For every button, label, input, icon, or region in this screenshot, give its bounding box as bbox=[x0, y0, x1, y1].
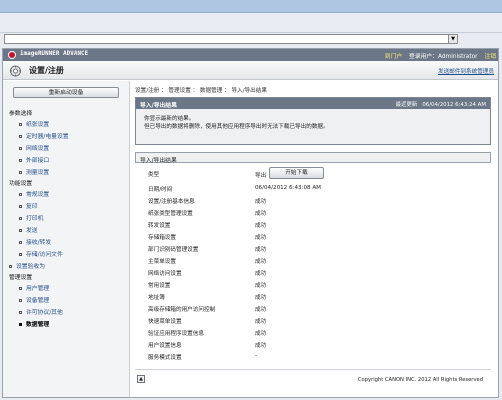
start-download-button[interactable]: 开始下载 bbox=[269, 167, 324, 179]
result-row-value: 成功 bbox=[255, 295, 267, 301]
restart-device-button[interactable]: 重新启动设备 bbox=[13, 87, 119, 98]
breadcrumb: 设置/注册 ： 管理设置 ： 数据管理 ： 导入/导出结果 bbox=[135, 88, 267, 94]
result-row-label: 用户设置信息 bbox=[148, 343, 182, 349]
result-row-label: 纸张类型管理设置 bbox=[148, 211, 193, 217]
result-row-value: 成功 bbox=[255, 271, 267, 277]
result-row-value: 成功 bbox=[255, 199, 267, 205]
bullet-icon bbox=[19, 253, 22, 256]
sidebar-section-function-settings: 功能设置 bbox=[9, 181, 33, 187]
portal-link[interactable]: 到门户 bbox=[385, 54, 402, 60]
remote-ui-window: imageRUNNER ADVANCE 到门户 登录用户：Administrat… bbox=[2, 48, 499, 398]
datetime-value: 06/04/2012 6:43:08 AM bbox=[255, 185, 322, 191]
result-row-value: 成功 bbox=[255, 283, 267, 289]
product-name: imageRUNNER ADVANCE bbox=[20, 51, 89, 57]
address-bar[interactable] bbox=[4, 34, 458, 44]
canon-logo-icon bbox=[8, 51, 16, 59]
sidebar-item-send[interactable]: 发送 bbox=[19, 225, 38, 234]
logout-link[interactable]: 注销 bbox=[484, 54, 496, 60]
result-row-label: 设置/注册基本信息 bbox=[148, 199, 195, 205]
sidebar-item-timer-energy[interactable]: 定时器/电量设置 bbox=[19, 131, 69, 140]
result-row-label: 服务模式设置 bbox=[148, 355, 182, 361]
bullet-icon bbox=[19, 229, 22, 232]
browser-toolbar bbox=[0, 13, 502, 33]
sidebar: 重新启动设备 参数选择 纸张设置 定时器/电量设置 网络设置 外部接口 测量设置… bbox=[3, 81, 130, 397]
bullet-icon bbox=[19, 205, 22, 208]
bullet-icon bbox=[19, 323, 22, 326]
bullet-icon bbox=[19, 217, 22, 220]
result-row-value: 成功 bbox=[255, 247, 267, 253]
header-bar: imageRUNNER ADVANCE 到门户 登录用户：Administrat… bbox=[3, 49, 498, 61]
result-info-header: 导入/导出结果 最近更新 06/04/2012 6:43:24 AM bbox=[136, 98, 490, 109]
sidebar-item-device-management[interactable]: 设备管理 bbox=[19, 295, 49, 304]
result-row-value: 成功 bbox=[255, 211, 267, 217]
sidebar-item-network[interactable]: 网络设置 bbox=[19, 143, 49, 152]
result-row-label: 网络访问设置 bbox=[148, 271, 182, 277]
sidebar-item-common[interactable]: 常规设置 bbox=[19, 189, 49, 198]
page-titlebar: 设置/注册 发送邮件到系统管理员 bbox=[3, 61, 498, 80]
result-row-label: 主菜单设置 bbox=[148, 259, 176, 265]
sidebar-item-store-access-files[interactable]: 存储/访问文件 bbox=[19, 249, 63, 258]
panel-title-bar: 导入/导出结果 bbox=[135, 152, 491, 164]
sidebar-item-printer[interactable]: 打印机 bbox=[19, 213, 43, 222]
last-update: 最近更新 06/04/2012 6:43:24 AM bbox=[395, 102, 486, 108]
result-row-label: 部门识别码管理设置 bbox=[148, 247, 199, 253]
type-label: 类型 bbox=[148, 172, 160, 178]
result-row-value: 成功 bbox=[255, 235, 267, 241]
result-row-label: 存储箱设置 bbox=[148, 235, 176, 241]
sidebar-item-external-interface[interactable]: 外部接口 bbox=[19, 155, 49, 164]
bullet-icon bbox=[19, 287, 22, 290]
bullet-icon bbox=[19, 147, 22, 150]
bullet-icon bbox=[19, 123, 22, 126]
result-row-label: 常用设置 bbox=[148, 283, 171, 289]
result-row-label: 快速菜单设置 bbox=[148, 319, 182, 325]
info-message-1: 你显示最新的结果。 bbox=[144, 116, 195, 122]
result-info-box: 导入/导出结果 最近更新 06/04/2012 6:43:24 AM 你显示最新… bbox=[135, 97, 491, 145]
footer-divider bbox=[135, 369, 491, 370]
bullet-icon bbox=[19, 193, 22, 196]
sidebar-item-measurement[interactable]: 测量设置 bbox=[19, 167, 49, 176]
sidebar-item-data-management[interactable]: 数据管理 bbox=[19, 319, 49, 328]
bullet-icon bbox=[19, 311, 22, 314]
chevron-down-icon[interactable]: ▼ bbox=[448, 35, 457, 43]
datetime-label: 日期/时间 bbox=[148, 187, 173, 193]
result-row-value: 成功 bbox=[255, 259, 267, 265]
bullet-icon bbox=[19, 299, 22, 302]
page-top-icon[interactable]: ▲ bbox=[137, 375, 145, 383]
panel-title: 导入/导出结果 bbox=[140, 157, 177, 164]
mail-admin-link[interactable]: 发送邮件到系统管理员 bbox=[438, 67, 494, 75]
result-info-title: 导入/导出结果 bbox=[140, 103, 177, 109]
info-message-2: 但已导出的数据将删除，使用其他应用程序导出时无法下载已导出的数据。 bbox=[144, 124, 329, 130]
result-row-label: 验证应用程序设置信息 bbox=[148, 331, 204, 337]
result-row-value: 成功 bbox=[255, 223, 267, 229]
bullet-icon bbox=[19, 171, 22, 174]
sidebar-item-receive-forward[interactable]: 接收/转发 bbox=[19, 237, 51, 246]
bullet-icon bbox=[19, 241, 22, 244]
browser-title-band bbox=[0, 0, 502, 13]
type-value: 导出 bbox=[255, 173, 267, 179]
sidebar-section-preferences: 参数选择 bbox=[9, 111, 33, 117]
sidebar-section-management: 管理设置 bbox=[9, 275, 33, 281]
copyright: Copyright CANON INC. 2012 All Rights Res… bbox=[357, 377, 483, 383]
bullet-icon bbox=[19, 159, 22, 162]
settings-gear-icon bbox=[10, 65, 21, 77]
result-row-label: 转发设置 bbox=[148, 223, 171, 229]
sidebar-item-license-other[interactable]: 许可协议/其他 bbox=[19, 307, 63, 316]
result-row-value: - bbox=[255, 353, 258, 359]
bullet-icon bbox=[9, 265, 12, 268]
header-links: 到门户 登录用户：Administrator 注销 bbox=[380, 51, 496, 60]
page-title: 设置/注册 bbox=[29, 66, 64, 75]
sidebar-item-copy[interactable]: 复印 bbox=[19, 201, 38, 210]
sidebar-item-user-management[interactable]: 用户管理 bbox=[19, 283, 49, 292]
sidebar-item-set-acceptance[interactable]: 设置验收为 bbox=[9, 261, 45, 270]
result-row-value: 成功 bbox=[255, 343, 267, 349]
login-user-label: 登录用户：Administrator bbox=[409, 54, 478, 60]
result-row-value: 成功 bbox=[255, 319, 267, 325]
result-row-label: 地址簿 bbox=[148, 295, 165, 301]
sidebar-item-paper-settings[interactable]: 纸张设置 bbox=[19, 119, 49, 128]
result-row-value: 成功 bbox=[255, 331, 267, 337]
result-row-value: 成功 bbox=[255, 307, 267, 313]
bullet-icon bbox=[19, 135, 22, 138]
result-row-label: 高级存储箱的用户访问控制 bbox=[148, 307, 216, 313]
